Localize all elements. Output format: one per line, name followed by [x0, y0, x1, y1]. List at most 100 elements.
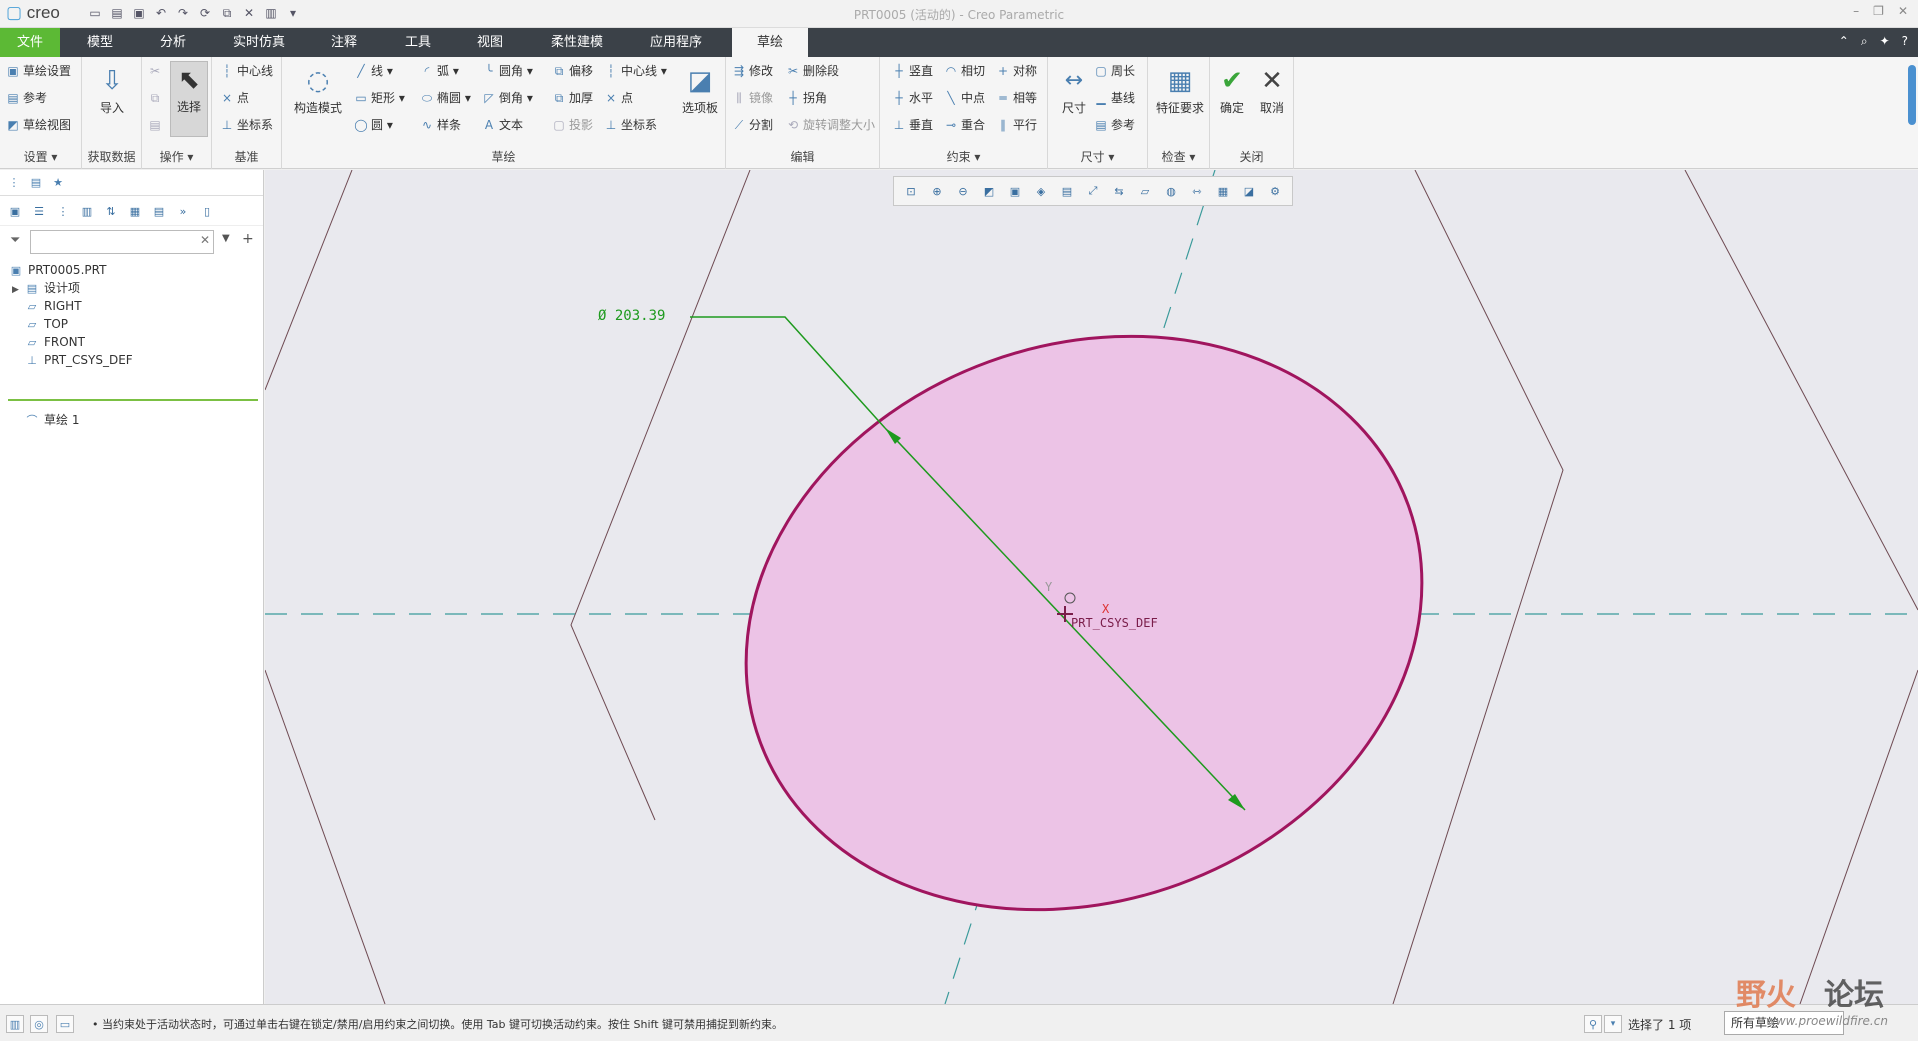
- baseline-button[interactable]: ▁ 基线: [1094, 88, 1135, 108]
- tab-model[interactable]: 模型: [72, 28, 128, 57]
- tree-settings-icon[interactable]: ▦: [126, 202, 144, 220]
- perimeter-button[interactable]: ▢ 周长: [1094, 61, 1135, 81]
- sketch-csys-button[interactable]: ⊥ 坐标系: [604, 115, 657, 135]
- arc-button[interactable]: ◜ 弧 ▾: [420, 61, 459, 81]
- layer-view-icon[interactable]: ⋮: [54, 202, 72, 220]
- sketcher-display-icon[interactable]: ⚙: [1264, 181, 1286, 201]
- clear-search-icon[interactable]: ✕: [200, 233, 210, 247]
- tree-item-front[interactable]: ▱ FRONT: [24, 332, 85, 352]
- dimension-display-icon[interactable]: ⇿: [1186, 181, 1208, 201]
- tree-search-input[interactable]: [30, 230, 214, 254]
- perpendicular-constraint-button[interactable]: ⊥ 垂直: [892, 115, 933, 135]
- thicken-button[interactable]: ⧉ 加厚: [552, 88, 593, 108]
- divide-button[interactable]: ⟋ 分割: [732, 115, 773, 135]
- tab-live-simulation[interactable]: 实时仿真: [222, 28, 296, 57]
- favorites-tab-icon[interactable]: ★: [50, 174, 66, 190]
- close-icon[interactable]: ✕: [1898, 4, 1908, 18]
- tab-analysis[interactable]: 分析: [145, 28, 201, 57]
- datum-point-button[interactable]: × 点: [220, 88, 249, 108]
- tree-item-top[interactable]: ▱ TOP: [24, 314, 68, 334]
- more-icon[interactable]: »: [174, 202, 192, 220]
- collapse-ribbon-icon[interactable]: ⌃: [1839, 34, 1849, 49]
- group-label-constrain[interactable]: 约束 ▾: [880, 148, 1047, 165]
- tree-item-right[interactable]: ▱ RIGHT: [24, 296, 82, 316]
- datum-csys-button[interactable]: ⊥ 坐标系: [220, 115, 273, 135]
- sketch-point-button[interactable]: × 点: [604, 88, 633, 108]
- dimension-value[interactable]: Ø 203.39: [598, 308, 665, 324]
- fillet-button[interactable]: ╰ 圆角 ▾: [482, 61, 532, 81]
- help-icon[interactable]: ?: [1902, 34, 1908, 49]
- selection-filter[interactable]: 所有草绘: [1724, 1011, 1844, 1035]
- dimension-button[interactable]: ↔ 尺寸: [1052, 63, 1096, 116]
- tab-flexible-modeling[interactable]: 柔性建模: [540, 28, 614, 57]
- group-label-operations[interactable]: 操作 ▾: [142, 148, 211, 165]
- construction-mode-button[interactable]: ◌ 构造模式: [288, 63, 348, 116]
- tab-file[interactable]: 文件: [0, 28, 60, 57]
- copy-button[interactable]: ⧉: [148, 88, 165, 108]
- repaint-icon[interactable]: ◩: [978, 181, 1000, 201]
- rectangle-button[interactable]: ▭ 矩形 ▾: [354, 88, 405, 108]
- mirror-button[interactable]: ⫼ 镜像: [732, 88, 773, 108]
- folder-browser-tab-icon[interactable]: ▤: [28, 174, 44, 190]
- rotate-resize-button[interactable]: ⟲ 旋转调整大小: [786, 115, 875, 135]
- group-label-dimension[interactable]: 尺寸 ▾: [1048, 148, 1147, 165]
- show-icon[interactable]: ▤: [150, 202, 168, 220]
- modify-button[interactable]: ⇶ 修改: [732, 61, 773, 81]
- project-button[interactable]: ▢ 投影: [552, 115, 593, 135]
- tree-item-design-items[interactable]: ▶ ▤ 设计项: [12, 278, 80, 298]
- browser-toggle-icon[interactable]: ◎: [30, 1015, 48, 1033]
- line-button[interactable]: ╱ 线 ▾: [354, 61, 392, 81]
- display-style-icon[interactable]: ▣: [1004, 181, 1026, 201]
- references-button[interactable]: ▤ 参考: [6, 88, 47, 108]
- tab-applications[interactable]: 应用程序: [636, 28, 716, 57]
- palette-button[interactable]: ◪ 选项板: [678, 63, 722, 116]
- selection-dropdown-icon[interactable]: ▾: [1604, 1015, 1622, 1033]
- fullscreen-icon[interactable]: ▭: [56, 1015, 74, 1033]
- notes-icon[interactable]: ▯: [198, 202, 216, 220]
- ribbon-scrollbar[interactable]: [1908, 65, 1916, 125]
- ellipse-button[interactable]: ⬭ 椭圆 ▾: [420, 88, 471, 108]
- paste-button[interactable]: ▤: [148, 115, 165, 135]
- selection-tool-icon[interactable]: ⚲: [1584, 1015, 1602, 1033]
- tab-sketch[interactable]: 草绘: [732, 28, 808, 57]
- columns-icon[interactable]: ▥: [78, 202, 96, 220]
- graphics-area[interactable]: Ø 203.39 PRT_CSYS_DEF X Y ⊡ ⊕ ⊖ ◩ ▣ ◈ ▤ …: [265, 170, 1918, 1004]
- tab-view[interactable]: 视图: [462, 28, 518, 57]
- model-icon[interactable]: ▣: [6, 202, 24, 220]
- spin-center-icon[interactable]: ◍: [1160, 181, 1182, 201]
- parallel-constraint-button[interactable]: ∥ 平行: [996, 115, 1037, 135]
- tree-view-icon[interactable]: ☰: [30, 202, 48, 220]
- ok-button[interactable]: ✔ 确定: [1210, 63, 1254, 116]
- spline-button[interactable]: ∿ 样条: [420, 115, 461, 135]
- model-tree-tab-icon[interactable]: ⋮: [6, 174, 22, 190]
- expand-icon[interactable]: ▶: [12, 280, 24, 300]
- group-label-inspect[interactable]: 检查 ▾: [1148, 148, 1209, 165]
- chamfer-button[interactable]: ◸ 倒角 ▾: [482, 88, 532, 108]
- constraint-display-icon[interactable]: ▦: [1212, 181, 1234, 201]
- tangent-constraint-button[interactable]: ◠ 相切: [944, 61, 985, 81]
- saved-orientations-icon[interactable]: ◈: [1030, 181, 1052, 201]
- tree-item-sketch[interactable]: ⌒ 草绘 1: [24, 410, 80, 430]
- equal-constraint-button[interactable]: ═ 相等: [996, 88, 1037, 108]
- navigator-toggle-icon[interactable]: ▥: [6, 1015, 24, 1033]
- group-label-settings[interactable]: 设置 ▾: [0, 148, 81, 165]
- text-button[interactable]: A 文本: [482, 115, 523, 135]
- filter-dropdown-icon[interactable]: ▼: [222, 233, 230, 244]
- tab-tools[interactable]: 工具: [390, 28, 446, 57]
- perspective-icon[interactable]: ⤢: [1082, 181, 1104, 201]
- view-manager-icon[interactable]: ▤: [1056, 181, 1078, 201]
- tree-item-part[interactable]: ▣ PRT0005.PRT: [8, 260, 107, 280]
- delete-segment-button[interactable]: ✂ 删除段: [786, 61, 839, 81]
- restore-icon[interactable]: ❐: [1873, 4, 1884, 18]
- circle-button[interactable]: ◯ 圆 ▾: [354, 115, 393, 135]
- select-button[interactable]: ⬉ 选择: [170, 61, 208, 137]
- annotation-display-icon[interactable]: ⇆: [1108, 181, 1130, 201]
- refit-icon[interactable]: ⊡: [900, 181, 922, 201]
- sketch-centerline-button[interactable]: ┆ 中心线 ▾: [604, 61, 666, 81]
- midpoint-constraint-button[interactable]: ╲ 中点: [944, 88, 985, 108]
- datum-centerline-button[interactable]: ┆ 中心线: [220, 61, 273, 81]
- sketch-view-icon[interactable]: ◪: [1238, 181, 1260, 201]
- offset-button[interactable]: ⧉ 偏移: [552, 61, 593, 81]
- sketch-setup-button[interactable]: ▣ 草绘设置: [6, 61, 71, 81]
- feature-requirements-button[interactable]: ▦ 特征要求: [1154, 63, 1206, 116]
